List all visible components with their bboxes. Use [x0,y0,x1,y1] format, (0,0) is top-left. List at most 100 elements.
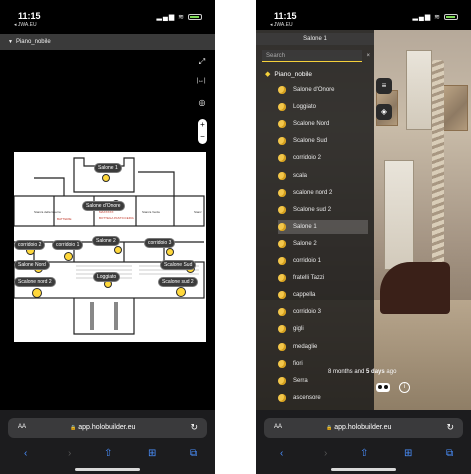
pin-label[interactable]: corridoio 2 [14,240,46,250]
vr-mode-icon[interactable] [376,383,390,392]
pin-label[interactable]: Salone 2 [92,236,120,246]
home-indicator [331,468,396,471]
photo-pin[interactable] [102,174,110,182]
scene-list-item-label: corridoio 3 [293,309,322,316]
pin-label[interactable]: Scalone sud 2 [158,277,198,287]
room-label: Stanza della Guerra [34,210,61,214]
close-icon[interactable]: × [366,50,370,62]
scene-list-item[interactable]: scala [278,169,368,183]
layers-button[interactable]: ◈ [376,104,392,120]
pin-label[interactable]: corridoio 1 [52,240,84,250]
bookmarks-icon[interactable]: ⊞ [148,448,156,459]
scene-pin-icon [278,137,286,146]
photo-pin[interactable] [64,252,73,261]
pin-label[interactable]: Salone Nord [14,260,50,270]
scene-list-item[interactable]: Scalone Nord [278,117,368,131]
scene-pin-icon [278,291,286,300]
share-icon[interactable]: ⇧ [360,448,368,459]
back-to-app-link[interactable]: ◂ JWA.EU [14,22,37,28]
scene-list-item[interactable]: fratelli Tazzi [278,271,368,285]
zoom-out-button[interactable]: − [198,132,207,141]
pin-label[interactable]: Salone 1 [94,163,122,173]
scene-list-item[interactable]: gigli [278,322,368,336]
scene-list-item[interactable]: ascensore [278,391,368,405]
photo-pin[interactable] [166,248,174,256]
pin-label[interactable]: Loggiato [93,272,121,282]
floor-selector[interactable]: ▼ Piano_nobile [0,34,215,50]
room-label: Stanz [194,210,202,214]
floor-group[interactable]: ◆ Piano_nobile [265,70,312,78]
tabs-icon[interactable]: ⧉ [190,448,197,459]
back-icon[interactable]: ‹ [280,448,283,459]
photo-pin[interactable] [114,246,122,254]
list-view-button[interactable]: ≡ [376,78,392,94]
forward-icon[interactable]: › [324,448,327,459]
scene-list-item[interactable]: Loggiato [278,100,368,114]
locate-icon[interactable]: ◎ [196,98,208,107]
scene-list-item[interactable]: Serra [278,374,368,388]
scene-list-item[interactable]: scalone nord 2 [278,186,368,200]
measure-icon[interactable]: |↔| [195,78,207,84]
floorplan-screen: 11:15 ◂ JWA.EU ▂▄▆ ≋ ▼ Piano_nobile ⤢ |↔|… [0,0,215,474]
reload-icon[interactable]: ↻ [190,422,198,433]
room-label: BATTERIE [57,217,72,221]
pin-label[interactable]: Salone d'Onore [82,201,125,211]
scene-list-item[interactable]: Scalone Sud [278,134,368,148]
address-bar[interactable]: AA 🔒 app.holobuilder.eu ↻ [8,418,207,438]
home-indicator [75,468,140,471]
caret-down-icon: ▼ [8,39,13,45]
battery-icon [188,14,202,21]
scene-pin-icon [278,103,286,112]
scene-pin-icon [278,393,286,402]
room-label: Stanza Verde [142,210,161,214]
tabs-icon[interactable]: ⧉ [446,448,453,459]
scene-list-item[interactable]: corridoio 3 [278,305,368,319]
pin-label[interactable]: Scalone nord 2 [14,277,56,287]
share-icon[interactable]: ⇧ [104,448,112,459]
reader-settings-button[interactable]: AA [18,424,26,430]
compass-icon[interactable]: i [399,382,410,393]
reader-settings-button[interactable]: AA [274,424,282,430]
scene-list-item[interactable]: Salone 1 [278,219,368,234]
floor-plan[interactable]: Stanza della Guerra Stanza Verde BATTERI… [14,152,206,342]
pin-label[interactable]: corridoio 3 [144,238,176,248]
status-time: 11:15 [18,11,41,21]
scene-list-item[interactable]: corridoio 1 [278,254,368,268]
scene-list-item[interactable]: medaglie [278,340,368,354]
address-bar[interactable]: AA 🔒 app.holobuilder.eu ↻ [264,418,463,438]
expand-icon[interactable]: ⤢ [196,57,208,67]
photo-pin[interactable] [32,288,42,298]
scene-pin-icon [278,154,286,163]
scene-pin-icon [278,274,286,283]
scene-list-item-label: Scalone Nord [293,121,330,128]
scene-list-item-label: Loggiato [293,104,317,111]
scene-list-item-label: scala [293,172,308,179]
scene-list-item[interactable]: cappella [278,288,368,302]
search-input[interactable]: Search × [262,50,370,62]
reload-icon[interactable]: ↻ [446,422,454,433]
back-to-app-link[interactable]: ◂ JWA.EU [270,22,293,28]
scene-list-item[interactable]: corridoio 2 [278,151,368,165]
scene-pin-icon [278,359,286,368]
scene-list-item[interactable]: Scalone sud 2 [278,203,368,217]
scene-list-item-label: Salone 2 [293,240,317,247]
browser-toolbar: AA 🔒 app.holobuilder.eu ↻ ‹ › ⇧ ⊞ ⧉ [0,410,215,474]
scene-pin-icon [278,188,286,197]
status-bar: 11:15 ◂ JWA.EU ▂▄▆ ≋ [0,0,215,30]
bookmarks-icon[interactable]: ⊞ [404,448,412,459]
scene-list-item-label: cappella [293,292,316,299]
scene-list-item-label: Serra [293,377,308,384]
back-icon[interactable]: ‹ [24,448,27,459]
zoom-in-button[interactable]: + [198,120,207,129]
browser-toolbar: AA 🔒 app.holobuilder.eu ↻ ‹ › ⇧ ⊞ ⧉ [256,410,471,474]
photo-pin[interactable] [176,287,186,297]
signal-icon: ▂▄▆ ≋ [412,14,442,21]
scene-list-item[interactable]: Salone 2 [278,237,368,251]
pin-label[interactable]: Scalone Sud [160,260,197,270]
scene-pin-icon [278,239,286,248]
forward-icon[interactable]: › [68,448,71,459]
url-text: 🔒 app.holobuilder.eu [326,424,392,431]
scene-list-item-label: corridoio 1 [293,258,322,264]
scene-list-item[interactable]: Salone d'Onore [278,83,368,97]
grand-piano [380,262,450,314]
